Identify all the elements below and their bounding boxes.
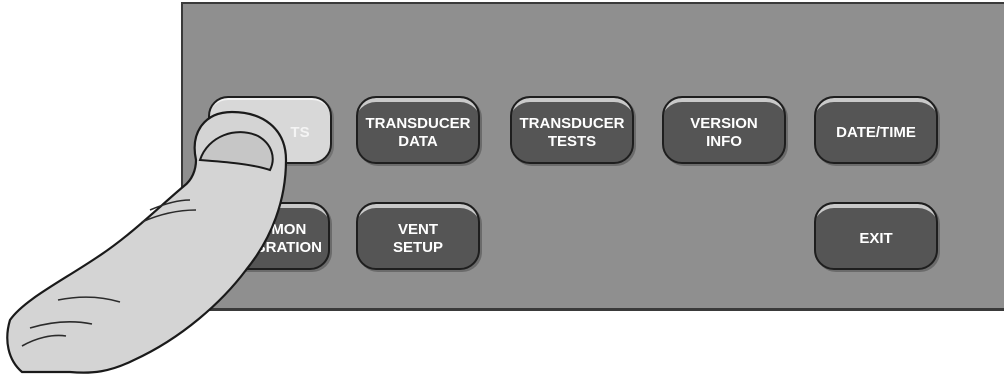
date-time-button-label: DATE/TIME [836, 124, 916, 141]
transducer-data-button[interactable]: TRANSDUCER DATA [356, 96, 480, 164]
transducer-tests-button-label: TRANSDUCER TESTS [519, 115, 625, 150]
transducer-tests-button[interactable]: TRANSDUCER TESTS [510, 96, 634, 164]
version-info-button[interactable]: VERSION INFO [662, 96, 786, 164]
screen: TS TRANSDUCER DATA TRANSDUCER TESTS VERS… [0, 0, 1004, 374]
version-info-button-label: VERSION INFO [690, 115, 758, 150]
sense-mon-calibration-button-label: E MON LIBRATION [241, 221, 322, 256]
date-time-button[interactable]: DATE/TIME [814, 96, 938, 164]
exit-button[interactable]: EXIT [814, 202, 938, 270]
exit-button-label: EXIT [859, 230, 893, 247]
vent-setup-button-label: VENT SETUP [392, 221, 443, 256]
tests-button-label: TS [290, 124, 310, 141]
transducer-data-button-label: TRANSDUCER DATA [365, 115, 471, 150]
tests-button[interactable]: TS [208, 96, 332, 164]
sense-mon-calibration-button[interactable]: E MON LIBRATION [206, 202, 330, 270]
vent-setup-button[interactable]: VENT SETUP [356, 202, 480, 270]
